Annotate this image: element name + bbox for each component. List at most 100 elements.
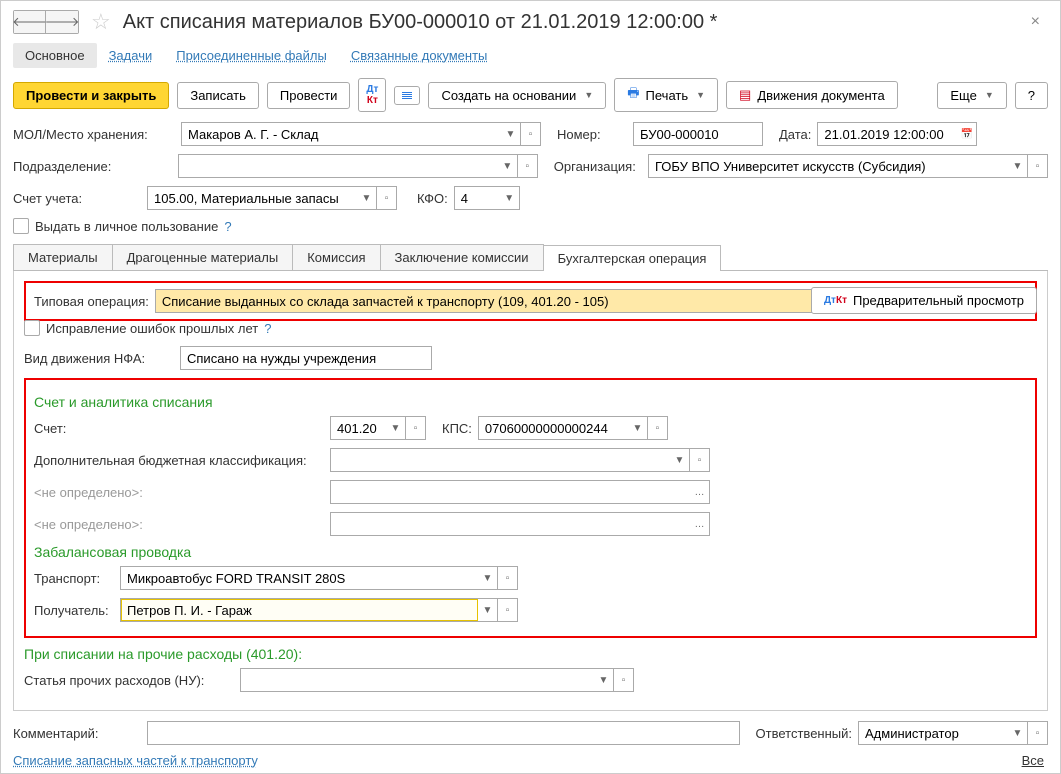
open-icon[interactable]: ▫ <box>406 416 426 440</box>
doc-movements-button[interactable]: ▤Движения документа <box>726 81 898 109</box>
help-icon[interactable]: ? <box>264 321 271 336</box>
post-button[interactable]: Провести <box>267 82 351 109</box>
undef-label-2: <не определено>: <box>34 517 324 532</box>
responsible-input[interactable] <box>858 721 1008 745</box>
transport-input[interactable] <box>120 566 478 590</box>
comment-input[interactable] <box>147 721 740 745</box>
footer-all-link[interactable]: Все <box>1022 753 1044 768</box>
dropdown-icon[interactable]: ▼ <box>478 566 498 590</box>
kps-label: КПС: <box>442 421 472 436</box>
dop-input[interactable] <box>330 448 670 472</box>
open-icon[interactable]: ▫ <box>518 154 538 178</box>
undef-input-1[interactable] <box>330 480 690 504</box>
page-title: Акт списания материалов БУ00-000010 от 2… <box>123 11 718 34</box>
dropdown-icon[interactable]: ▼ <box>386 416 406 440</box>
subtab-commission[interactable]: Комиссия <box>292 244 380 270</box>
kps-input[interactable] <box>478 416 628 440</box>
dropdown-icon[interactable]: ▼ <box>500 186 520 210</box>
subdivision-input[interactable] <box>178 154 498 178</box>
tab-tasks[interactable]: Задачи <box>97 43 165 68</box>
create-based-button[interactable]: Создать на основании▼ <box>428 82 606 109</box>
help-icon[interactable]: ? <box>224 219 231 234</box>
account-input[interactable] <box>147 186 357 210</box>
fix-errors-checkbox[interactable] <box>24 320 40 336</box>
open-icon[interactable]: ▫ <box>498 566 518 590</box>
post-and-close-button[interactable]: Провести и закрыть <box>13 82 169 109</box>
close-icon[interactable]: × <box>1023 9 1048 35</box>
footer-link[interactable]: Списание запасных частей к транспорту <box>13 753 258 768</box>
help-button[interactable]: ? <box>1015 82 1048 109</box>
responsible-label: Ответственный: <box>756 726 852 741</box>
calendar-icon[interactable]: 📅 <box>957 122 977 146</box>
open-icon[interactable]: ▫ <box>498 598 518 622</box>
document-icon: ▤ <box>739 87 751 103</box>
subdivision-label: Подразделение: <box>13 159 172 174</box>
dropdown-icon[interactable]: ▼ <box>670 448 690 472</box>
tab-related[interactable]: Связанные документы <box>339 43 500 68</box>
dropdown-icon[interactable]: ▼ <box>357 186 377 210</box>
open-icon[interactable]: ▫ <box>648 416 668 440</box>
dropdown-icon[interactable]: ▼ <box>1008 721 1028 745</box>
subtab-materials[interactable]: Материалы <box>13 244 113 270</box>
dropdown-icon[interactable]: ▼ <box>501 122 521 146</box>
number-label: Номер: <box>557 127 627 142</box>
kfo-input[interactable] <box>454 186 500 210</box>
favorite-star-icon[interactable]: ☆ <box>91 9 111 35</box>
open-icon[interactable]: ▫ <box>1028 721 1048 745</box>
tab-files[interactable]: Присоединенные файлы <box>164 43 339 68</box>
article-input[interactable] <box>240 668 594 692</box>
open-icon[interactable]: ▫ <box>614 668 634 692</box>
mol-label: МОЛ/Место хранения: <box>13 127 175 142</box>
dropdown-icon[interactable]: ▼ <box>594 668 614 692</box>
account-label: Счет учета: <box>13 191 141 206</box>
print-button[interactable]: 🖶Печать▼ <box>614 78 718 112</box>
recipient-label: Получатель: <box>34 603 114 618</box>
dropdown-icon[interactable]: ▼ <box>1008 154 1028 178</box>
dropdown-icon[interactable]: ▼ <box>498 154 518 178</box>
open-icon[interactable]: ▫ <box>1028 154 1048 178</box>
schet-input[interactable] <box>330 416 386 440</box>
open-icon[interactable]: ▫ <box>377 186 397 210</box>
other-expense-title: При списании на прочие расходы (401.20): <box>24 646 1037 662</box>
tab-main[interactable]: Основное <box>13 43 97 68</box>
open-icon[interactable]: ▫ <box>690 448 710 472</box>
org-input[interactable] <box>648 154 1008 178</box>
dt-kt-icon: ДтКт <box>824 295 847 306</box>
nav-back-button[interactable]: 🡐 <box>14 11 46 33</box>
nav-forward-button[interactable]: 🡒 <box>46 11 78 33</box>
subtab-conclusion[interactable]: Заключение комиссии <box>380 244 544 270</box>
more-button[interactable]: Еще▼ <box>937 82 1006 109</box>
recipient-input[interactable] <box>120 598 478 622</box>
preview-button[interactable]: ДтКт Предварительный просмотр <box>811 287 1037 314</box>
number-input[interactable] <box>633 122 763 146</box>
nfa-input[interactable] <box>180 346 432 370</box>
save-button[interactable]: Записать <box>177 82 259 109</box>
dop-label: Дополнительная бюджетная классификация: <box>34 453 324 468</box>
personal-use-checkbox[interactable] <box>13 218 29 234</box>
transport-label: Транспорт: <box>34 571 114 586</box>
list-icon-button[interactable] <box>394 86 420 105</box>
comment-label: Комментарий: <box>13 726 141 741</box>
dt-kt-icon-button[interactable]: ДтКт <box>358 78 386 112</box>
mol-input[interactable] <box>181 122 501 146</box>
dropdown-icon[interactable]: ▼ <box>478 598 498 622</box>
offbalance-section-title: Забалансовая проводка <box>34 544 1027 560</box>
date-label: Дата: <box>779 127 811 142</box>
ellipsis-icon[interactable]: … <box>690 480 710 504</box>
subtab-precious[interactable]: Драгоценные материалы <box>112 244 294 270</box>
undef-input-2[interactable] <box>330 512 690 536</box>
personal-use-label: Выдать в личное пользование <box>35 219 218 234</box>
date-input[interactable] <box>817 122 957 146</box>
operation-label: Типовая операция: <box>34 294 149 309</box>
fix-errors-label: Исправление ошибок прошлых лет <box>46 321 258 336</box>
analytics-section-title: Счет и аналитика списания <box>34 394 1027 410</box>
dropdown-icon[interactable]: ▼ <box>628 416 648 440</box>
ellipsis-icon[interactable]: … <box>690 512 710 536</box>
org-label: Организация: <box>554 159 642 174</box>
subtab-accounting[interactable]: Бухгалтерская операция <box>543 245 722 271</box>
open-icon[interactable]: ▫ <box>521 122 541 146</box>
printer-icon: 🖶 <box>627 84 639 106</box>
schet-label: Счет: <box>34 421 324 436</box>
kfo-label: КФО: <box>417 191 448 206</box>
nfa-label: Вид движения НФА: <box>24 351 174 366</box>
